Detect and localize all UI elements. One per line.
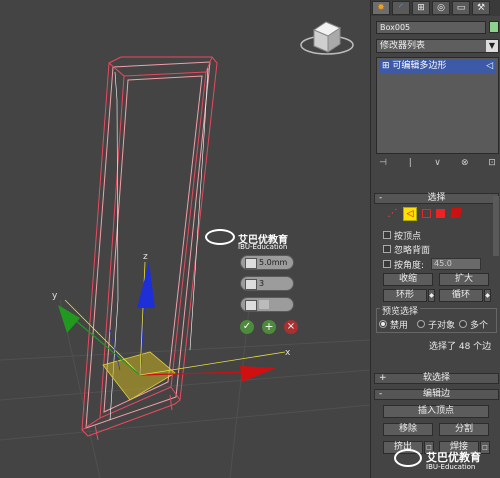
subobject-border-icon[interactable]	[422, 209, 431, 218]
caddy-watermark-en: IBU-Education	[238, 243, 288, 251]
preview-selection-label: 预览选择	[380, 304, 421, 317]
stack-item-editable-poly[interactable]: ⊞ 可编辑多边形 ◁	[379, 60, 496, 73]
segments-icon	[245, 279, 257, 290]
by-vertex-label: 按顶点	[394, 232, 422, 242]
preview-multi-radio[interactable]	[459, 320, 467, 328]
command-panel: ✸ ◜ ⊞ ◎ ▭ ⚒ Box005 修改器列表 ▼ ⊞ 可编辑多边形 ◁ ⊣ …	[370, 0, 500, 478]
by-vertex-checkbox[interactable]	[383, 231, 391, 239]
preview-subobject-label: 子对象	[428, 321, 456, 331]
stack-toolbar: ⊣ | ∨ ⊗ ⊡	[376, 158, 499, 172]
axis-label-z: z	[143, 252, 148, 262]
angle-spinner[interactable]: 45.0	[431, 258, 481, 270]
stack-expand-icon[interactable]: ⊞	[382, 61, 390, 71]
chamfer-options-field[interactable]	[240, 297, 294, 312]
panel-scrollbar[interactable]	[493, 196, 499, 256]
viewport-canvas: x y z	[0, 21, 370, 478]
angle-value: 45.0	[434, 259, 452, 268]
rollout-toggle: -	[379, 389, 383, 399]
preview-multi-label: 多个	[470, 321, 489, 331]
make-unique-icon[interactable]: ∨	[431, 158, 445, 172]
amount-icon	[245, 258, 257, 269]
command-panel-tabs: ✸ ◜ ⊞ ◎ ▭ ⚒	[371, 0, 500, 16]
subobject-polygon-icon[interactable]	[436, 209, 445, 218]
create-tab-icon[interactable]: ✸	[372, 1, 390, 15]
subobject-vertex-icon[interactable]: ⋰	[386, 207, 399, 220]
by-angle-checkbox[interactable]	[383, 260, 391, 268]
split-button[interactable]: 分割	[439, 423, 489, 436]
gizmo-z-arrow[interactable]	[137, 262, 155, 308]
rollout-title: 选择	[427, 193, 446, 203]
subobject-edge-icon[interactable]: ◁	[403, 207, 417, 221]
chamfer-segments-value: 3	[259, 279, 265, 288]
loop-spinner[interactable]: ◆	[484, 289, 491, 302]
caddy-ok-button[interactable]: ✓	[240, 320, 254, 334]
hierarchy-tab-icon[interactable]: ⊞	[412, 1, 430, 15]
preview-off-radio[interactable]	[379, 320, 387, 328]
ring-button[interactable]: 环形	[383, 289, 427, 302]
chamfer-segments-field[interactable]: 3	[240, 276, 294, 291]
remove-button[interactable]: 移除	[383, 423, 433, 436]
display-tab-icon[interactable]: ▭	[452, 1, 470, 15]
open-chamfer-icon	[245, 300, 257, 311]
perspective-viewport[interactable]: x y z 艾巴优教育 IBU-Education 5.0mm 3 ✓ + ×	[0, 0, 370, 478]
edit-edges-rollout-header[interactable]: - 编辑边	[374, 389, 499, 400]
loop-button[interactable]: 循环	[439, 289, 483, 302]
axis-label-x: x	[285, 348, 291, 358]
gizmo-y-arrow[interactable]	[58, 305, 80, 333]
selection-rollout-header[interactable]: - 选择	[374, 193, 499, 204]
axis-label-y: y	[52, 291, 58, 301]
modifier-list-label: 修改器列表	[380, 41, 426, 51]
chamfer-amount-value: 5.0mm	[259, 258, 288, 267]
weld-settings-button[interactable]: □	[480, 441, 490, 454]
watermark-logo-icon	[394, 449, 422, 467]
rollout-title: 编辑边	[422, 389, 450, 399]
edge-mode-icon: ◁	[486, 61, 493, 71]
viewcube[interactable]	[300, 21, 354, 55]
caddy-apply-button[interactable]: +	[262, 320, 276, 334]
ground-grid	[0, 299, 370, 478]
configure-sets-icon[interactable]: ⊡	[485, 158, 499, 172]
checkmark-toggle-icon[interactable]	[259, 300, 269, 309]
object-color-swatch[interactable]	[489, 21, 499, 33]
rollout-toggle: -	[379, 193, 383, 203]
utilities-tab-icon[interactable]: ⚒	[472, 1, 490, 15]
pin-stack-icon[interactable]: ⊣	[376, 158, 390, 172]
chamfer-amount-field[interactable]: 5.0mm	[240, 255, 294, 270]
watermark-brand-en: IBU-Education	[426, 463, 476, 471]
ignore-backfacing-label: 忽略背面	[394, 246, 431, 256]
chevron-down-icon[interactable]: ▼	[486, 40, 498, 52]
selection-status-text: 选择了 48 个边	[429, 342, 492, 352]
gizmo-x-arrow[interactable]	[240, 366, 276, 382]
show-end-result-icon[interactable]: |	[403, 158, 417, 172]
caddy-cancel-button[interactable]: ×	[284, 320, 298, 334]
by-angle-label: 按角度:	[394, 261, 425, 271]
rollout-toggle: +	[379, 373, 387, 383]
modifier-stack[interactable]: ⊞ 可编辑多边形 ◁	[376, 57, 499, 154]
shrink-button[interactable]: 收缩	[383, 273, 433, 286]
preview-off-label: 禁用	[390, 321, 409, 331]
insert-vertex-button[interactable]: 插入顶点	[383, 405, 489, 418]
modify-tab-icon[interactable]: ◜	[392, 1, 410, 15]
remove-modifier-icon[interactable]: ⊗	[458, 158, 472, 172]
soft-selection-rollout-header[interactable]: + 软选择	[374, 373, 499, 384]
rollout-title: 软选择	[422, 373, 450, 383]
ring-spinner[interactable]: ◆	[428, 289, 435, 302]
subobject-element-icon[interactable]	[450, 208, 462, 218]
stack-item-label: 可编辑多边形	[392, 61, 447, 71]
motion-tab-icon[interactable]: ◎	[432, 1, 450, 15]
modifier-list-dropdown[interactable]: 修改器列表 ▼	[376, 39, 499, 53]
object-name-field[interactable]: Box005	[376, 21, 486, 34]
preview-subobject-radio[interactable]	[417, 320, 425, 328]
ignore-backfacing-checkbox[interactable]	[383, 245, 391, 253]
grow-button[interactable]: 扩大	[439, 273, 489, 286]
caddy-title-icon	[205, 229, 235, 245]
